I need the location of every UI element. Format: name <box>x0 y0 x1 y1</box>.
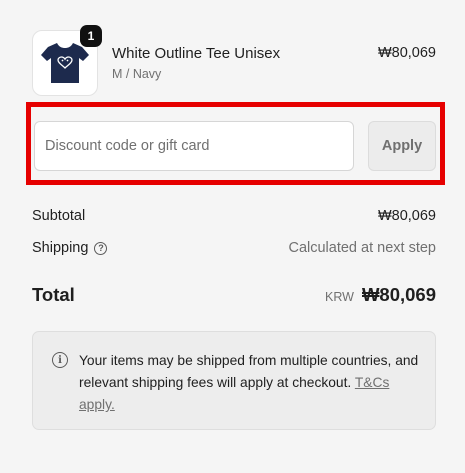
subtotal-row: Subtotal ₩80,069 <box>32 208 436 228</box>
line-item: 1 White Outline Tee Unisex M / Navy ₩80,… <box>32 25 436 96</box>
shipping-label-group: Shipping ? <box>32 240 108 256</box>
total-label: Total <box>32 284 75 305</box>
discount-code-input[interactable] <box>34 121 354 171</box>
shipping-label: Shipping <box>32 240 89 256</box>
shipping-row: Shipping ? Calculated at next step <box>32 240 436 260</box>
shipping-notice: i Your items may be shipped from multipl… <box>32 331 436 430</box>
product-name: White Outline Tee Unisex <box>112 45 281 62</box>
apply-button[interactable]: Apply <box>368 121 436 171</box>
notice-text-block: Your items may be shipped from multiple … <box>79 350 424 416</box>
info-icon: i <box>52 352 68 368</box>
currency-code: KRW <box>325 290 354 304</box>
question-circle-icon[interactable]: ? <box>94 241 108 255</box>
total-value-group: KRW ₩80,069 <box>325 284 436 306</box>
total-amount: ₩80,069 <box>361 284 436 305</box>
shipping-value: Calculated at next step <box>288 240 436 256</box>
quantity-badge: 1 <box>80 25 102 47</box>
product-variant: M / Navy <box>112 67 162 81</box>
navy-tshirt-heart-icon <box>41 43 89 83</box>
product-price: ₩80,069 <box>377 45 436 61</box>
subtotal-label: Subtotal <box>32 208 86 224</box>
subtotal-value: ₩80,069 <box>377 208 436 224</box>
